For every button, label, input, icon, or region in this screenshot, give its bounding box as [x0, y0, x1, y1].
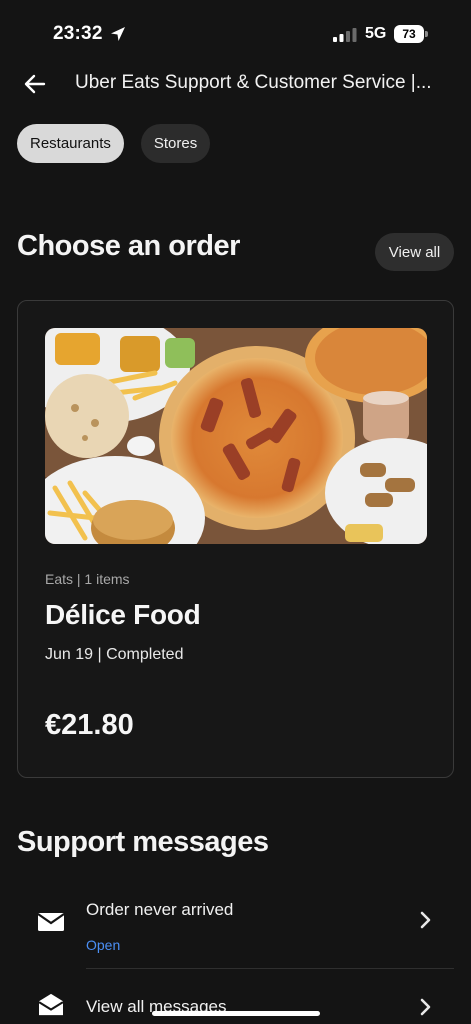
- chip-stores[interactable]: Stores: [140, 124, 211, 163]
- envelope-icon: [37, 913, 65, 931]
- page-title: Uber Eats Support & Customer Service |..…: [75, 72, 432, 93]
- divider: [86, 968, 454, 969]
- envelope-open-icon: [38, 993, 64, 1016]
- back-arrow-icon: [24, 74, 46, 94]
- view-all-button[interactable]: View all: [375, 233, 454, 271]
- status-time: 23:32: [53, 23, 103, 44]
- order-meta: Eats | 1 items: [45, 571, 130, 587]
- network-type: 5G: [365, 25, 387, 42]
- battery-icon: 73: [394, 25, 428, 43]
- support-message-row[interactable]: Order never arrived Open: [17, 888, 454, 968]
- support-section-title: Support messages: [17, 826, 269, 858]
- order-card[interactable]: Eats | 1 items Délice Food Jun 19 | Comp…: [17, 300, 454, 778]
- status-bar: 23:32 5G 73: [0, 0, 471, 62]
- orders-section-title: Choose an order: [17, 230, 240, 262]
- order-price: €21.80: [45, 709, 134, 741]
- location-arrow-icon: [111, 27, 125, 41]
- chevron-right-icon: [420, 911, 431, 929]
- battery-level: 73: [394, 25, 424, 43]
- category-chips: Restaurants Stores: [17, 124, 211, 163]
- chip-restaurants[interactable]: Restaurants: [17, 124, 124, 163]
- back-button[interactable]: [20, 70, 50, 98]
- home-indicator[interactable]: [152, 1011, 320, 1016]
- message-title: Order never arrived: [86, 900, 234, 919]
- message-status: Open: [86, 937, 121, 953]
- signal-bars-icon: [333, 28, 357, 42]
- order-date-status: Jun 19 | Completed: [45, 646, 184, 663]
- view-all-messages-row[interactable]: View all messages: [17, 984, 454, 1024]
- header: Uber Eats Support & Customer Service |..…: [0, 62, 471, 106]
- chevron-right-icon: [420, 998, 431, 1016]
- order-store-name: Délice Food: [45, 599, 201, 630]
- order-food-image: [45, 328, 427, 544]
